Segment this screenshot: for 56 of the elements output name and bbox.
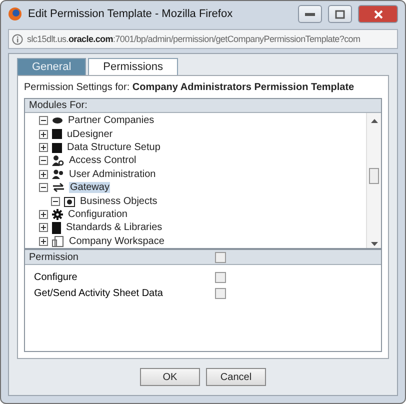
scroll-thumb[interactable] — [369, 168, 379, 184]
tree-item[interactable]: User Administration — [68, 168, 157, 180]
collapse-icon[interactable] — [51, 196, 60, 206]
eye-icon — [52, 116, 63, 126]
close-button[interactable] — [358, 5, 398, 23]
collapse-icon[interactable] — [39, 116, 48, 126]
expand-icon[interactable] — [39, 236, 48, 246]
tree-item[interactable]: Access Control — [68, 155, 138, 166]
user-icon — [52, 155, 64, 166]
tree-item[interactable]: Data Structure Setup — [66, 142, 162, 154]
minimize-icon — [305, 12, 315, 16]
expand-icon[interactable] — [39, 223, 48, 232]
permission-checkbox[interactable] — [215, 272, 226, 282]
scroll-up-icon[interactable] — [370, 119, 378, 123]
maximize-button[interactable] — [328, 5, 352, 23]
expand-icon[interactable] — [39, 210, 48, 220]
window-title: Edit Permission Template - Mozilla Firefox — [28, 8, 234, 20]
camera-icon — [64, 196, 75, 207]
collapse-icon[interactable] — [39, 156, 48, 166]
modules-header: Modules For: — [29, 100, 88, 111]
gear-icon — [52, 209, 63, 220]
permission-label: Configure — [34, 272, 78, 282]
tab[interactable]: Permissions — [88, 58, 178, 75]
building-icon — [52, 236, 64, 247]
permission-header: Permission — [29, 252, 80, 262]
address-field[interactable]: slc15dlt.us.oracle.com:7001/bp/admin/permission/getCompanyPermissionTemplate?com — [8, 29, 398, 49]
tree-item[interactable]: Company Workspace — [68, 236, 166, 247]
url-text: slc15dlt.us.oracle.com:7001/bp/admin/permission/getCompanyPermissionTemplate?com — [27, 34, 360, 44]
permission-checkbox[interactable] — [215, 288, 226, 298]
tree-item[interactable]: Gateway — [69, 182, 110, 194]
settings-heading: Permission Settings for: Company Administrators Permission Template — [24, 82, 356, 93]
close-icon — [374, 10, 382, 18]
maximize-icon — [335, 10, 345, 18]
tree-item[interactable]: Standards & Libraries — [65, 222, 164, 234]
scroll-down-icon[interactable] — [370, 242, 378, 246]
square-icon — [52, 142, 62, 153]
browser-logo-icon — [8, 7, 22, 21]
minimize-button[interactable] — [298, 5, 322, 23]
info-icon — [12, 34, 23, 44]
tree-item[interactable]: Configuration — [67, 209, 128, 220]
tree-item[interactable]: Partner Companies — [67, 115, 156, 126]
expand-icon[interactable] — [39, 170, 48, 179]
select-all-checkbox[interactable] — [215, 252, 226, 262]
expand-icon[interactable] — [39, 130, 48, 139]
tree-item[interactable]: Business Objects — [79, 196, 158, 207]
book-icon — [52, 222, 61, 234]
permission-label: Get/Send Activity Sheet Data — [34, 288, 164, 298]
square-icon — [52, 129, 62, 140]
arrows-icon — [52, 183, 65, 192]
users-icon — [52, 169, 64, 180]
scrollbar[interactable] — [366, 113, 381, 248]
tree-item[interactable]: uDesigner — [66, 128, 114, 140]
cancel-button[interactable]: Cancel — [206, 368, 266, 386]
collapse-icon[interactable] — [39, 183, 48, 192]
expand-icon[interactable] — [39, 143, 48, 152]
ok-button[interactable]: OK — [140, 368, 200, 386]
